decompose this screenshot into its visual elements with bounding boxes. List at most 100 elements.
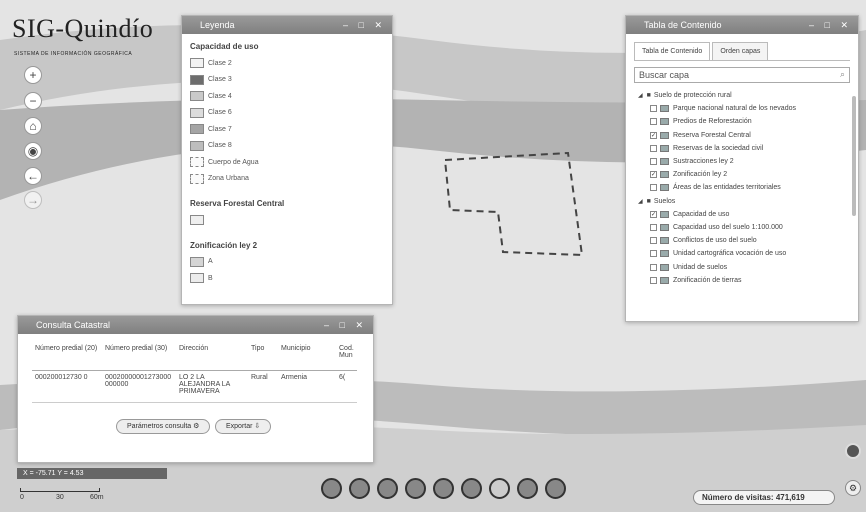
- layer-checkbox[interactable]: ✓: [650, 210, 657, 218]
- layer-checkbox[interactable]: [650, 144, 657, 152]
- gear-icon: ⚙: [193, 423, 200, 430]
- layer-checkbox[interactable]: [650, 276, 657, 284]
- tool-button[interactable]: [433, 478, 454, 499]
- layer-row[interactable]: Capacidad uso del suelo 1:100.000: [634, 221, 850, 234]
- column-header: Cod. Mun: [336, 342, 357, 371]
- layer-icon: [660, 144, 669, 152]
- swatch-icon: [190, 107, 204, 118]
- layer-checkbox[interactable]: [650, 250, 657, 258]
- folder-icon: ■: [646, 92, 651, 100]
- layer-checkbox[interactable]: ✓: [650, 171, 657, 179]
- swatch-icon: [190, 58, 204, 69]
- search-icon[interactable]: ⌕: [840, 69, 845, 80]
- window-controls-icon[interactable]: – □ ✕: [343, 16, 386, 34]
- table-header-row: Número predial (20) Número predial (30) …: [32, 342, 357, 371]
- export-button[interactable]: Exportar ⇩: [215, 419, 272, 434]
- zoom-in-button[interactable]: +: [24, 66, 42, 84]
- tool-button[interactable]: [321, 478, 342, 499]
- tool-button[interactable]: [545, 478, 566, 499]
- map-canvas[interactable]: SIG-Quindío SISTEMA DE INFORMACIÓN GEOGR…: [0, 0, 866, 512]
- tab-tabla-contenido[interactable]: Tabla de Contenido: [634, 42, 711, 60]
- layer-row[interactable]: ✓ Zonificación ley 2: [634, 168, 850, 181]
- layer-row[interactable]: ✓ Capacidad de uso: [634, 208, 850, 221]
- home-button[interactable]: ⌂: [24, 117, 42, 135]
- logo-subtitle: SISTEMA DE INFORMACIÓN GEOGRÁFICA: [14, 51, 133, 57]
- tool-button[interactable]: [517, 478, 538, 499]
- results-title: Consulta Catastral: [36, 320, 111, 330]
- legend-header[interactable]: Leyenda – □ ✕: [182, 16, 392, 34]
- swatch-icon: [190, 124, 204, 135]
- layer-checkbox[interactable]: [650, 184, 657, 192]
- layer-checkbox[interactable]: [650, 118, 657, 126]
- legend-item: Clase 8: [190, 138, 384, 155]
- layer-row[interactable]: Parque nacional natural de los nevados: [634, 102, 850, 115]
- folder-icon: ■: [646, 197, 651, 205]
- column-header: Número predial (20): [32, 342, 102, 371]
- results-header[interactable]: Consulta Catastral – □ ✕: [18, 316, 373, 334]
- swatch-icon: [190, 256, 204, 267]
- table-cell: Rural: [248, 370, 278, 403]
- layer-row[interactable]: Sustracciones ley 2: [634, 155, 850, 168]
- coordinates-readout: X = -75.71 Y = 4.53: [17, 468, 167, 479]
- export-icon: ⇩: [254, 423, 261, 430]
- layer-row[interactable]: Zonificación de tierras: [634, 274, 850, 287]
- layer-icon: [660, 237, 669, 245]
- layer-row[interactable]: Unidad cartográfica vocación de uso: [634, 247, 850, 260]
- expand-arrow-icon[interactable]: ◢: [638, 92, 643, 99]
- layer-row[interactable]: ✓ Reserva Forestal Central: [634, 129, 850, 142]
- overview-map-button[interactable]: [845, 443, 861, 459]
- swatch-icon: [190, 91, 204, 102]
- layer-checkbox[interactable]: [650, 105, 657, 113]
- scrollbar[interactable]: [852, 96, 856, 216]
- legend-panel: Leyenda – □ ✕ Capacidad de uso Clase 2 C…: [181, 15, 393, 305]
- layer-tree: ◢ ■ Suelo de protección rural Parque nacion…: [626, 89, 858, 287]
- window-controls-icon[interactable]: – □ ✕: [809, 16, 852, 34]
- layer-row[interactable]: Áreas de las entidades territoriales: [634, 181, 850, 194]
- column-header: Municipio: [278, 342, 336, 371]
- column-header: Número predial (30): [102, 342, 176, 371]
- toc-header[interactable]: Tabla de Contenido – □ ✕: [626, 16, 858, 34]
- locate-button[interactable]: ◉: [24, 142, 42, 160]
- layer-icon: [660, 171, 669, 179]
- layer-icon: [660, 158, 669, 166]
- scale-line: [20, 488, 100, 492]
- settings-icon[interactable]: ⚙: [845, 480, 861, 496]
- layer-checkbox[interactable]: [650, 158, 657, 166]
- layer-label: Capacidad de uso: [673, 210, 730, 218]
- tool-button[interactable]: [405, 478, 426, 499]
- tool-button[interactable]: [489, 478, 510, 499]
- layer-group-row[interactable]: ◢ ■ Suelos: [634, 195, 850, 208]
- window-controls-icon[interactable]: – □ ✕: [324, 316, 367, 334]
- layer-search-input[interactable]: Buscar capa ⌕: [634, 67, 850, 83]
- layer-checkbox[interactable]: [650, 223, 657, 231]
- results-panel: Consulta Catastral – □ ✕ Número predial …: [17, 315, 374, 463]
- query-params-button[interactable]: Parámetros consulta ⚙: [116, 419, 211, 434]
- back-button[interactable]: ←: [24, 167, 42, 185]
- tab-orden-capas[interactable]: Orden capas: [712, 42, 769, 60]
- legend-item: [190, 212, 384, 229]
- visit-counter: Número de visitas: 471,619: [693, 490, 835, 505]
- visits-label: Número de visitas:: [702, 493, 774, 502]
- forward-button[interactable]: →: [24, 191, 42, 209]
- layer-row[interactable]: Predios de Reforestación: [634, 115, 850, 128]
- layer-row[interactable]: Unidad de suelos: [634, 260, 850, 273]
- tool-button[interactable]: [461, 478, 482, 499]
- table-row[interactable]: 000200012730 0 00020000001273000000000 L…: [32, 370, 357, 403]
- zoom-out-button[interactable]: −: [24, 92, 42, 110]
- layer-checkbox[interactable]: [650, 237, 657, 245]
- layer-icon: [660, 250, 669, 258]
- tool-button[interactable]: [349, 478, 370, 499]
- legend-title: Leyenda: [200, 20, 235, 30]
- layer-group-row[interactable]: ◢ ■ Suelo de protección rural: [634, 89, 850, 102]
- expand-arrow-icon[interactable]: ◢: [638, 198, 643, 205]
- layer-checkbox[interactable]: ✓: [650, 131, 657, 139]
- tool-button[interactable]: [377, 478, 398, 499]
- layer-label: Áreas de las entidades territoriales: [673, 184, 781, 192]
- swatch-icon: [190, 157, 204, 168]
- results-table: Número predial (20) Número predial (30) …: [32, 342, 357, 403]
- layer-row[interactable]: Reservas de la sociedad civil: [634, 142, 850, 155]
- layer-row[interactable]: Conflictos de uso del suelo: [634, 234, 850, 247]
- layer-label: Unidad de suelos: [673, 263, 728, 271]
- swatch-icon: [190, 273, 204, 284]
- layer-checkbox[interactable]: [650, 263, 657, 271]
